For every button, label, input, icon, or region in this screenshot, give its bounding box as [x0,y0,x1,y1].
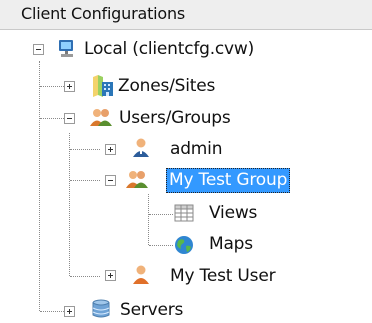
group-icon [124,168,150,190]
tree-connector [148,194,149,245]
globe-icon [173,234,195,256]
tree-connector [149,214,173,215]
tree-connector [70,149,100,150]
my-test-group-collapse-button[interactable] [105,175,116,186]
tree-item-maps[interactable]: Maps [206,232,256,257]
root-collapse-button[interactable] [33,44,44,55]
tree-item-admin[interactable]: admin [167,137,225,162]
tree-connector [69,133,70,276]
tree-item-my-test-user[interactable]: My Test User [167,264,278,289]
tree-connector [149,245,173,246]
admin-expand-button[interactable] [105,144,116,155]
zones-sites-icon [90,73,116,99]
tree-item-local[interactable]: Local (clientcfg.cvw) [81,37,257,62]
servers-expand-button[interactable] [64,306,75,317]
tree-item-my-test-group[interactable]: My Test Group [166,168,291,193]
users-groups-collapse-button[interactable] [64,113,75,124]
user-icon [130,136,152,158]
user-icon [130,263,152,285]
tree-connector [70,276,100,277]
my-test-user-expand-button[interactable] [105,270,116,281]
tree-item-users-groups[interactable]: Users/Groups [116,106,234,131]
views-grid-icon [173,202,195,224]
tree-item-zones-sites[interactable]: Zones/Sites [115,74,218,99]
configuration-tree[interactable]: Local (clientcfg.cvw) Zones/Sites Users/… [0,30,372,322]
tree-connector [39,61,40,311]
panel-title: Client Configurations [21,4,186,23]
computer-icon [56,38,78,60]
tree-item-views[interactable]: Views [206,201,260,226]
panel-header: Client Configurations [0,0,372,30]
zones-sites-expand-button[interactable] [64,81,75,92]
tree-connector [70,180,100,181]
users-groups-icon [88,106,114,128]
database-icon [90,298,112,320]
tree-item-servers[interactable]: Servers [117,298,186,323]
